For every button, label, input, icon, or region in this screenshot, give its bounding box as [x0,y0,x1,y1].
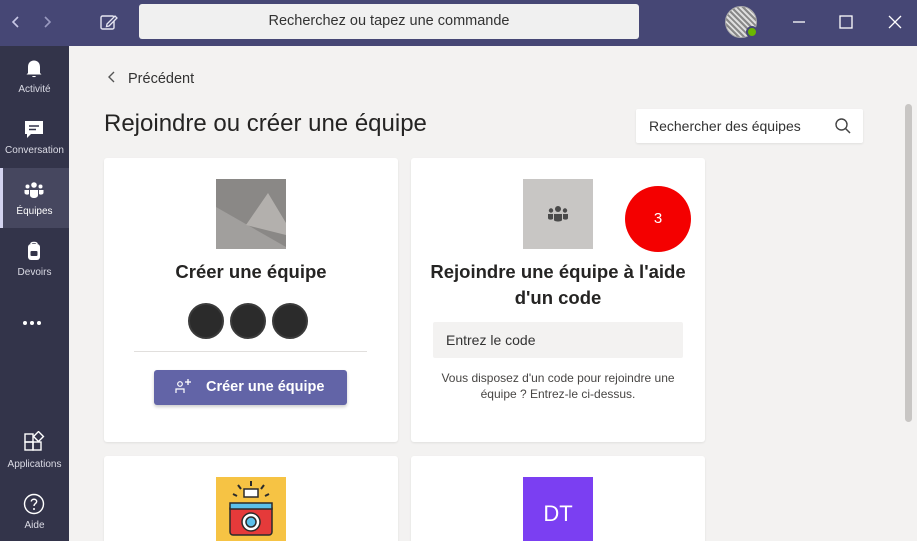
add-team-icon [175,379,191,393]
compose-button[interactable] [96,9,122,35]
rail-item-label: Devoirs [17,267,52,278]
rail-item-activity[interactable]: Activité [0,46,69,106]
teams-icon [24,182,44,198]
member-avatar [188,303,224,339]
maximize-icon [839,15,853,29]
rail-item-label: Aide [24,520,45,531]
help-icon [23,493,45,515]
team-icon-tile [523,179,593,249]
create-team-card: Créer une équipe Créer une équipe [104,158,398,442]
chevron-right-icon [44,16,52,28]
team-initials-tile: DT [523,477,593,541]
join-code-hint: Vous disposez d'un code pour rejoindre u… [441,371,675,401]
chevron-left-icon [108,71,115,83]
camera-icon [216,477,286,541]
create-team-button-label: Créer une équipe [206,379,325,395]
team-code-input[interactable] [433,322,683,358]
divider [134,351,367,352]
apps-icon [24,431,45,451]
command-search-box[interactable]: Recherchez ou tapez une commande [139,4,639,39]
create-team-title: Créer une équipe [175,261,327,282]
rail-item-help[interactable]: Aide [0,482,69,541]
bell-icon [26,60,42,78]
team-card[interactable]: DT [411,456,705,541]
team-search-placeholder: Rechercher des équipes [649,118,801,134]
rail-item-conversation[interactable]: Conversation [0,107,69,167]
team-card[interactable] [104,456,398,541]
close-icon [888,15,902,29]
team-search-box[interactable]: Rechercher des équipes [636,109,863,143]
close-button[interactable] [880,8,910,36]
back-nav-button[interactable] [3,10,29,34]
rail-item-applications[interactable]: Applications [0,421,69,481]
forward-nav-button[interactable] [34,10,60,34]
compose-icon [100,15,118,30]
teams-icon [548,206,568,222]
maximize-button[interactable] [831,8,861,36]
create-team-button[interactable]: Créer une équipe [154,370,347,405]
image-placeholder-icon [216,179,286,249]
app-rail: Activité Conversation Équipes Devoirs Ap… [0,46,69,541]
backpack-icon [28,241,40,260]
back-label: Précédent [128,71,195,87]
rail-item-label: Applications [7,459,62,470]
more-icon [23,321,41,325]
scrollbar-thumb[interactable] [905,104,912,422]
presence-available-icon [746,26,758,38]
chevron-left-icon [11,16,19,28]
notification-badge: 3 [625,186,691,252]
team-image-placeholder [216,179,286,249]
rail-item-label: Activité [18,84,51,95]
page-title: Rejoindre ou créer une équipe [104,110,427,137]
team-image [216,477,286,541]
member-avatar [272,303,308,339]
join-team-title: Rejoindre une équipe à l'aide d'un code [430,261,686,308]
rail-item-teams[interactable]: Équipes [0,168,69,228]
rail-item-assignments[interactable]: Devoirs [0,229,69,289]
chat-icon [25,121,43,138]
join-team-card: 3 Rejoindre une équipe à l'aide d'un cod… [411,158,705,442]
title-bar: Recherchez ou tapez une commande [0,0,917,46]
rail-item-label: Équipes [16,206,53,217]
search-icon [835,118,851,134]
rail-item-label: Conversation [5,145,64,156]
member-avatar [230,303,266,339]
minimize-button[interactable] [784,8,814,36]
rail-more-button[interactable] [0,296,69,336]
back-link[interactable]: Précédent [104,68,194,90]
minimize-icon [793,21,805,23]
